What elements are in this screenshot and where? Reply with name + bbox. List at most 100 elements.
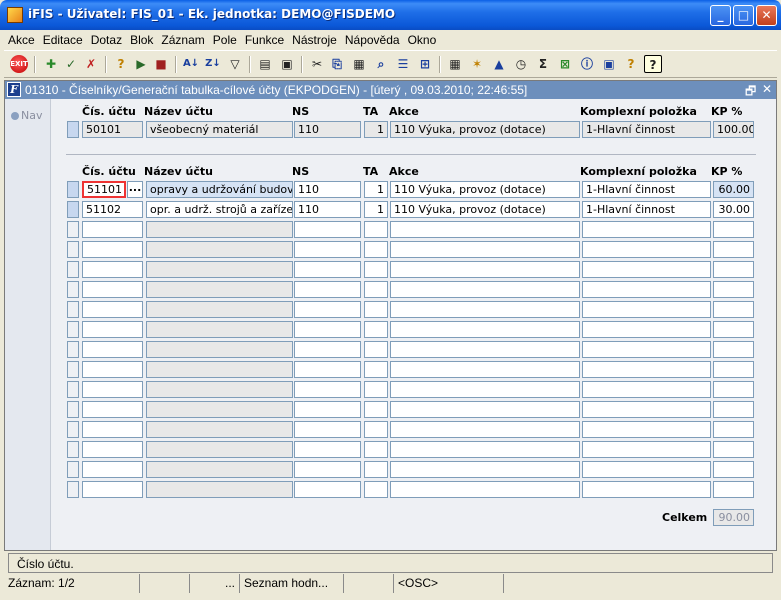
- cell-komplexni[interactable]: [582, 341, 711, 358]
- cell-ta[interactable]: [364, 461, 388, 478]
- cell-ta[interactable]: [364, 321, 388, 338]
- cell-akce[interactable]: [390, 221, 580, 238]
- close-window-button[interactable]: ✕: [756, 5, 777, 26]
- cell-ns[interactable]: [294, 261, 361, 278]
- find-icon[interactable]: ⌕: [372, 55, 390, 73]
- cell-ta[interactable]: [364, 301, 388, 318]
- print-icon[interactable]: ▤: [256, 55, 274, 73]
- paste-icon[interactable]: ▦: [350, 55, 368, 73]
- row-indicator[interactable]: [67, 481, 79, 498]
- cell-ns[interactable]: [294, 381, 361, 398]
- source-row-indicator[interactable]: [67, 121, 79, 138]
- sum-icon[interactable]: Σ: [534, 55, 552, 73]
- cell-cis-uctu[interactable]: [82, 241, 143, 258]
- cell-kp[interactable]: [713, 481, 754, 498]
- menu-funkce[interactable]: Funkce: [241, 30, 288, 47]
- cell-komplexni[interactable]: [582, 481, 711, 498]
- cell-kp[interactable]: [713, 461, 754, 478]
- source-ns[interactable]: 110: [294, 121, 361, 138]
- menu-blok[interactable]: Blok: [126, 30, 157, 47]
- cell-nazev-uctu[interactable]: [146, 361, 293, 378]
- cell-cis-uctu[interactable]: [82, 481, 143, 498]
- cancel-query-icon[interactable]: ■: [152, 55, 170, 73]
- cell-komplexni[interactable]: [582, 461, 711, 478]
- menu-pole[interactable]: Pole: [209, 30, 241, 47]
- cell-kp[interactable]: [713, 321, 754, 338]
- execute-query-icon[interactable]: ▶: [132, 55, 150, 73]
- row-indicator[interactable]: [67, 321, 79, 338]
- row-indicator[interactable]: [67, 461, 79, 478]
- cell-akce[interactable]: [390, 381, 580, 398]
- source-akce[interactable]: 110 Výuka, provoz (dotace): [390, 121, 580, 138]
- lov-button[interactable]: ...: [127, 181, 143, 198]
- source-kp[interactable]: 100.00: [713, 121, 754, 138]
- cell-cis-uctu[interactable]: [82, 461, 143, 478]
- cell-ta[interactable]: [364, 401, 388, 418]
- cell-nazev-uctu[interactable]: [146, 301, 293, 318]
- cell-komplexni[interactable]: [582, 441, 711, 458]
- cell-komplexni[interactable]: [582, 261, 711, 278]
- cell-ns[interactable]: [294, 481, 361, 498]
- cell-kp[interactable]: [713, 221, 754, 238]
- cell-nazev-uctu[interactable]: [146, 441, 293, 458]
- cell-ns[interactable]: [294, 401, 361, 418]
- row-indicator[interactable]: [67, 241, 79, 258]
- cell-ta[interactable]: [364, 421, 388, 438]
- cell-kp[interactable]: [713, 381, 754, 398]
- cell-cis-uctu[interactable]: [82, 441, 143, 458]
- cell-cis-uctu[interactable]: [82, 281, 143, 298]
- cell-ns[interactable]: [294, 341, 361, 358]
- cell-kp[interactable]: 30.00: [713, 201, 754, 218]
- cell-komplexni[interactable]: [582, 381, 711, 398]
- cell-kp[interactable]: 60.00: [713, 181, 754, 198]
- cell-ns[interactable]: [294, 461, 361, 478]
- cell-komplexni[interactable]: [582, 361, 711, 378]
- cell-nazev-uctu[interactable]: [146, 381, 293, 398]
- row-indicator[interactable]: [67, 381, 79, 398]
- cell-akce[interactable]: [390, 461, 580, 478]
- cell-cis-uctu[interactable]: 51101: [82, 181, 126, 198]
- cell-ta[interactable]: [364, 281, 388, 298]
- help-book-icon[interactable]: ▣: [600, 55, 618, 73]
- cell-cis-uctu[interactable]: [82, 361, 143, 378]
- cell-komplexni[interactable]: [582, 301, 711, 318]
- cell-nazev-uctu[interactable]: opr. a udrž. strojů a zařízení: [146, 201, 293, 218]
- menu-zaznam[interactable]: Záznam: [157, 30, 208, 47]
- cell-kp[interactable]: [713, 441, 754, 458]
- cell-ns[interactable]: [294, 361, 361, 378]
- copy-icon[interactable]: ⎘: [328, 55, 346, 73]
- menu-editace[interactable]: Editace: [39, 30, 87, 47]
- cell-nazev-uctu[interactable]: [146, 221, 293, 238]
- menu-nastroje[interactable]: Nástroje: [288, 30, 341, 47]
- row-indicator[interactable]: [67, 421, 79, 438]
- cell-kp[interactable]: [713, 401, 754, 418]
- row-indicator[interactable]: [67, 221, 79, 238]
- calculator-icon[interactable]: ▦: [446, 55, 464, 73]
- export-icon[interactable]: ⊠: [556, 55, 574, 73]
- cell-ta[interactable]: [364, 221, 388, 238]
- cell-kp[interactable]: [713, 421, 754, 438]
- menu-dotaz[interactable]: Dotaz: [87, 30, 126, 47]
- cell-cis-uctu[interactable]: [82, 221, 143, 238]
- cell-ta[interactable]: [364, 481, 388, 498]
- form-close-button[interactable]: ✕: [762, 82, 772, 96]
- cell-ns[interactable]: [294, 281, 361, 298]
- cell-kp[interactable]: [713, 341, 754, 358]
- cell-komplexni[interactable]: [582, 321, 711, 338]
- cell-cis-uctu[interactable]: [82, 261, 143, 278]
- cell-akce[interactable]: [390, 421, 580, 438]
- cell-cis-uctu[interactable]: 51102: [82, 201, 143, 218]
- cell-akce[interactable]: [390, 301, 580, 318]
- cell-ta[interactable]: [364, 381, 388, 398]
- tree-icon[interactable]: ⊞: [416, 55, 434, 73]
- query-icon[interactable]: ?: [112, 55, 130, 73]
- cell-nazev-uctu[interactable]: [146, 281, 293, 298]
- cell-kp[interactable]: [713, 301, 754, 318]
- cell-ns[interactable]: [294, 321, 361, 338]
- cell-ta[interactable]: 1: [364, 201, 388, 218]
- cell-kp[interactable]: [713, 281, 754, 298]
- cell-ta[interactable]: [364, 261, 388, 278]
- cell-kp[interactable]: [713, 361, 754, 378]
- cell-ns[interactable]: 110: [294, 201, 361, 218]
- exit-button[interactable]: EXIT: [10, 55, 28, 73]
